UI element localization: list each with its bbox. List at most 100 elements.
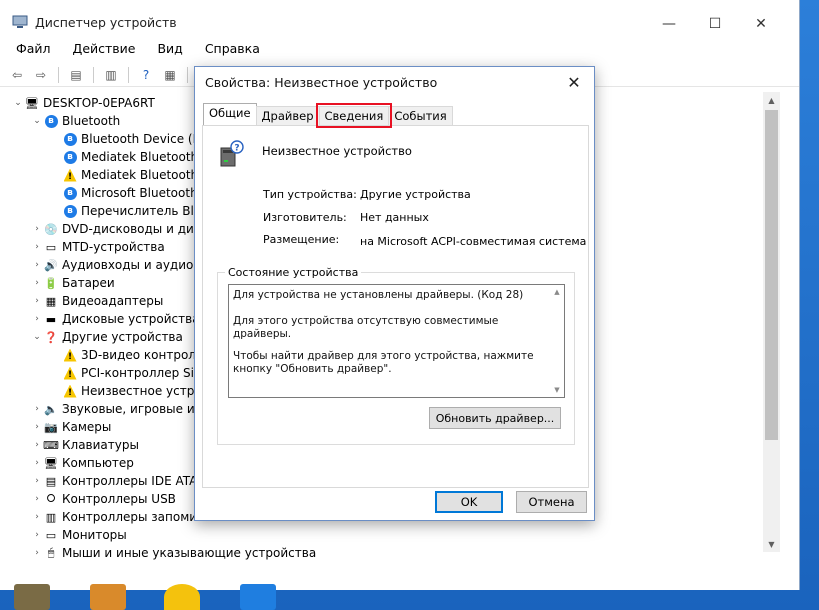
tree-item-label: Контроллеры USB [62, 492, 176, 506]
expand-chevron-icon[interactable]: › [31, 422, 43, 432]
unknown-device-icon: ? [220, 140, 244, 167]
scroll-down-arrow-icon[interactable]: ▼ [550, 386, 564, 394]
status-scrollbar[interactable]: ▲ ▼ [550, 285, 564, 397]
expand-chevron-icon[interactable]: › [31, 296, 43, 306]
cancel-button[interactable]: Отмена [516, 491, 587, 513]
close-button[interactable]: ✕ [738, 10, 784, 38]
forward-arrow-icon[interactable]: ⇨ [32, 67, 50, 83]
battery-icon: 🔋 [44, 276, 58, 290]
taskbar-settings-icon[interactable] [240, 584, 276, 610]
tree-item[interactable]: ʙ Microsoft Bluetooth [50, 184, 198, 202]
scroll-up-arrow-icon[interactable]: ▲ [763, 92, 780, 108]
bluetooth-icon: ʙ [62, 131, 78, 147]
tree-item-label: Камеры [62, 420, 112, 434]
tree-item[interactable]: › ▥ Контроллеры запомин [31, 508, 205, 526]
menu-bar: Файл Действие Вид Справка [0, 38, 282, 60]
expand-chevron-icon[interactable]: › [31, 260, 43, 270]
tree-item[interactable]: ʙ Перечислитель Blu [50, 202, 201, 220]
back-arrow-icon[interactable]: ⇦ [8, 67, 26, 83]
computer-icon: 🖥 [44, 456, 58, 470]
update-driver-button[interactable]: Обновить драйвер... [429, 407, 561, 429]
tree-item[interactable]: ! Неизвестное устро [50, 382, 202, 400]
expand-chevron-icon[interactable]: › [31, 278, 43, 288]
expand-chevron-icon[interactable]: › [31, 548, 43, 558]
taskbar-icon-3[interactable] [164, 584, 200, 610]
tree-item-label: Клавиатуры [62, 438, 139, 452]
tree-item-label: Контроллеры IDE ATA/ [62, 474, 202, 488]
expand-chevron-icon[interactable]: › [31, 512, 43, 522]
tree-item[interactable]: › 🔋 Батареи [31, 274, 115, 292]
ok-button[interactable]: OK [435, 491, 503, 513]
tree-item[interactable]: › 🔈 Звуковые, игровые и в [31, 400, 205, 418]
device-status-textbox[interactable]: Для устройства не установлены драйверы. … [228, 284, 565, 398]
expand-chevron-icon[interactable]: › [31, 494, 43, 504]
tree-item[interactable]: ! PCI-контроллер Sin [50, 364, 202, 382]
tree-item[interactable]: ʙ Mediatek Bluetooth [50, 148, 198, 166]
dialog-title: Свойства: Неизвестное устройство [205, 75, 438, 90]
tree-item[interactable]: › 💿 DVD-дисководы и диск [31, 220, 207, 238]
expand-chevron-icon[interactable]: › [31, 224, 43, 234]
panel-icon[interactable]: ▦ [161, 67, 179, 83]
taskbar-icon-2[interactable] [90, 584, 126, 610]
scroll-thumb[interactable] [765, 110, 778, 440]
sound-icon: 🔈 [44, 402, 58, 416]
maximize-button[interactable]: ☐ [692, 10, 738, 38]
scroll-up-arrow-icon[interactable]: ▲ [550, 288, 564, 296]
tab-driver[interactable]: Драйвер [255, 106, 320, 125]
collapse-chevron-icon[interactable]: ⌄ [31, 332, 43, 342]
tree-item[interactable]: › ▦ Видеоадаптеры [31, 292, 163, 310]
menu-help[interactable]: Справка [205, 38, 268, 60]
tree-item[interactable]: › 🖥 Компьютер [31, 454, 134, 472]
tree-item-label: Мыши и иные указывающие устройства [62, 546, 317, 560]
collapse-chevron-icon[interactable]: ⌄ [12, 98, 24, 108]
tree-item[interactable]: ⌄ ❓ Другие устройства [31, 328, 183, 346]
tree-item[interactable]: › ▭ MTD-устройства [31, 238, 165, 256]
tree-item[interactable]: ʙ Bluetooth Device (RF [50, 130, 208, 148]
tree-item[interactable]: › 🖱 Мыши и иные указывающие устройства [31, 544, 316, 562]
expand-chevron-icon[interactable]: › [31, 440, 43, 450]
tree-item[interactable]: › ▭ Мониторы [31, 526, 127, 544]
tab-general[interactable]: Общие [203, 103, 257, 125]
tree-item[interactable]: ! Mediatek Bluetooth [50, 166, 198, 184]
menu-view[interactable]: Вид [157, 38, 190, 60]
vertical-scrollbar[interactable]: ▲ ▼ [763, 92, 780, 552]
tree-item[interactable]: › ⌨ Клавиатуры [31, 436, 139, 454]
document-icon[interactable]: ▥ [102, 67, 120, 83]
mtd-icon: ▭ [45, 240, 57, 254]
tree-item[interactable]: › ⭘ Контроллеры USB [31, 490, 176, 508]
tab-details[interactable]: Сведения [315, 103, 393, 128]
tree-item[interactable]: › ▬ Дисковые устройства [31, 310, 199, 328]
tree-root[interactable]: ⌄ 🖥 DESKTOP-0EPA6RT [12, 94, 155, 112]
expand-chevron-icon[interactable]: › [31, 476, 43, 486]
expand-chevron-icon[interactable]: › [31, 530, 43, 540]
other-devices-icon: ❓ [44, 330, 58, 344]
help-icon[interactable]: ? [137, 67, 155, 83]
collapse-chevron-icon[interactable]: ⌄ [31, 116, 43, 126]
scroll-down-arrow-icon[interactable]: ▼ [763, 536, 780, 552]
device-type-label: Тип устройства: [263, 188, 357, 201]
tree-item-label: Неизвестное устро [81, 384, 202, 398]
disk-icon: ▬ [45, 312, 57, 326]
minimize-button[interactable]: — [646, 10, 692, 38]
expand-chevron-icon[interactable]: › [31, 314, 43, 324]
tree-item[interactable]: › 🔊 Аудиовходы и аудиовы [31, 256, 210, 274]
expand-chevron-icon[interactable]: › [31, 404, 43, 414]
taskbar-icon-1[interactable] [14, 584, 50, 610]
warning-device-icon: ! [62, 383, 78, 399]
tree-item[interactable]: › ▤ Контроллеры IDE ATA/ [31, 472, 201, 490]
device-status-title: Состояние устройства [225, 266, 362, 279]
dialog-close-button[interactable]: ✕ [562, 71, 586, 93]
tree-item[interactable]: › 📷 Камеры [31, 418, 111, 436]
tree-item[interactable]: ! 3D-видео контролл [50, 346, 204, 364]
expand-chevron-icon[interactable]: › [31, 458, 43, 468]
tree-item-label: Mediatek Bluetooth [81, 168, 199, 182]
tree-item-label: Bluetooth [62, 114, 121, 128]
menu-action[interactable]: Действие [73, 38, 144, 60]
manufacturer-value: Нет данных [360, 211, 429, 224]
properties-sheet-icon[interactable]: ▤ [67, 67, 85, 83]
expand-chevron-icon[interactable]: › [31, 242, 43, 252]
toolbar-separator [58, 66, 59, 83]
tree-item[interactable]: ⌄ ʙ Bluetooth [31, 112, 120, 130]
tab-events[interactable]: События [388, 106, 453, 125]
menu-file[interactable]: Файл [0, 38, 59, 60]
